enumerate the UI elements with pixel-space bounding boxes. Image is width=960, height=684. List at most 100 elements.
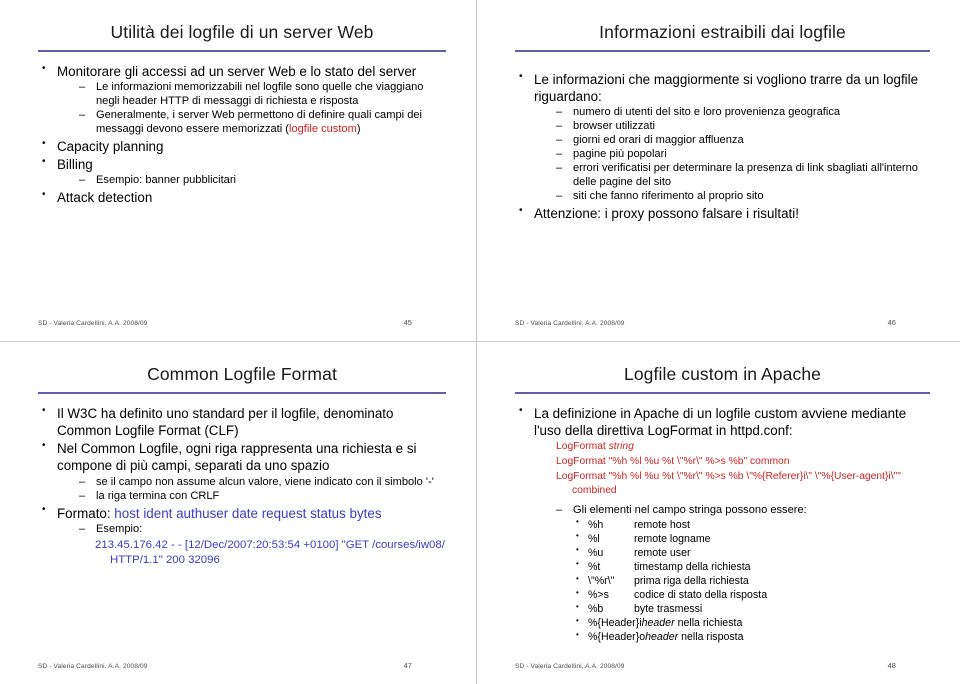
directive-key: %>s [588, 589, 609, 602]
directive-desc: timestamp della richiesta [634, 560, 751, 573]
logformat-line-3-combined: combined [572, 485, 617, 497]
bullet-definizione-apache-text: La definizione in Apache di un logfile c… [534, 406, 906, 438]
directive-row: %t timestamp della richiesta [588, 560, 930, 574]
bullet-formato-text: Formato: host ident authuser date reques… [57, 506, 382, 521]
slide-45: Utilità dei logfile di un server Web Mon… [0, 0, 477, 342]
clf-example-line-1: 213.45.176.42 - - [12/Dec/2007:20:53:54 … [95, 538, 445, 551]
subbullet-generalmente: Generalmente, i server Web permettono di… [79, 109, 446, 137]
slide-47-body: Il W3C ha definito uno standard per il l… [38, 405, 446, 567]
directive-key: %l [588, 532, 600, 545]
footer-author: SD - Valeria Cardellini, A.A. 2008/09 [38, 663, 148, 670]
slide-46: Informazioni estraibili dai logfile Le i… [477, 0, 960, 342]
slide-47-sublist-1: se il campo non assume alcun valore, vie… [57, 476, 446, 504]
bullet-w3c-standard: Il W3C ha definito uno standard per il l… [38, 405, 446, 439]
subbullet-esempio-label: Esempio: [79, 523, 446, 537]
directive-key: %{Header}o [588, 631, 646, 644]
slide-47-footer: SD - Valeria Cardellini, A.A. 2008/09 47 [38, 661, 446, 670]
slide-47-bullet-list: Il W3C ha definito uno standard per il l… [38, 405, 446, 567]
slide-47-page-number: 47 [403, 661, 412, 670]
subbullet-generalmente-post: ) [356, 123, 361, 136]
subbullet-numero-utenti-text: numero di utenti del sito e loro proveni… [573, 106, 840, 118]
list-item: %{Header}iheader nella richiesta [574, 616, 930, 630]
directive-desc-rest: nella richiesta [677, 617, 743, 630]
slide-46-top-spacer [515, 63, 930, 71]
directive-desc-italic: header [641, 617, 675, 630]
logformat-code-block: LogFormat string LogFormat "%h %l %u %t … [556, 440, 930, 498]
subbullet-campo-senza-valore-text: se il campo non assume alcun valore, vie… [96, 476, 434, 488]
directive-desc-rest: nella risposta [681, 631, 744, 644]
bullet-capacity-planning: Capacity planning [38, 138, 446, 155]
bullet-attenzione-proxy: Attenzione: i proxy possono falsare i ri… [515, 205, 930, 222]
slide-48-bullet-list: La definizione in Apache di un logfile c… [515, 405, 930, 644]
directive-key: %b [588, 603, 604, 616]
slide-46-title-rule [515, 50, 930, 52]
slide-48-footer: SD - Valeria Cardellini, A.A. 2008/09 48 [515, 661, 930, 670]
list-item: %{Header}oheader nella risposta [574, 630, 930, 644]
directive-desc: remote logname [634, 532, 711, 545]
slide-handout-grid: Utilità dei logfile di un server Web Mon… [0, 0, 960, 684]
subbullet-siti-riferimento: siti che fanno riferimento al proprio si… [556, 190, 930, 204]
directive-row: \"%r\" prima riga della richiesta [588, 574, 930, 588]
subbullet-giorni-orari-text: giorni ed orari di maggior affluenza [573, 134, 744, 146]
slide-46-title: Informazioni estraibili dai logfile [599, 22, 846, 42]
directive-key: %t [588, 560, 601, 573]
bullet-le-informazioni-text: Le informazioni che maggiormente si vogl… [534, 72, 918, 104]
bullet-monitorare-text: Monitorare gli accessi ad un server Web … [57, 64, 416, 79]
list-item: %l remote logname [574, 532, 930, 546]
slide-48-body: La definizione in Apache di un logfile c… [515, 405, 930, 644]
directive-desc: header nella richiesta [642, 616, 930, 630]
directive-row: %h remote host [588, 518, 930, 532]
subbullet-pagine-popolari-text: pagine più popolari [573, 148, 667, 160]
footer-author: SD - Valeria Cardellini, A.A. 2008/09 [515, 663, 625, 670]
slide-45-sublist-1: Le informazioni memorizzabili nel logfil… [57, 81, 446, 137]
subbullet-siti-riferimento-text: siti che fanno riferimento al proprio si… [573, 190, 764, 202]
logformat-line-1-arg: string [608, 441, 634, 453]
subbullet-browser: browser utilizzati [556, 120, 930, 134]
logfile-custom-highlight: logfile custom [289, 123, 357, 136]
directive-desc: prima riga della richiesta [634, 575, 749, 588]
logformat-line-1: LogFormat string [556, 441, 634, 452]
directive-row: %{Header}iheader nella richiesta [588, 616, 930, 630]
subbullet-errori: errori verificatisi per determinare la p… [556, 162, 930, 190]
subbullet-informazioni: Le informazioni memorizzabili nel logfil… [79, 81, 446, 109]
list-item: %h remote host [574, 518, 930, 532]
directive-desc: header nella risposta [645, 630, 930, 644]
directive-row: %>s codice di stato della risposta [588, 588, 930, 602]
slide-45-footer: SD - Valeria Cardellini, A.A. 2008/09 45 [38, 318, 446, 327]
subbullet-esempio-banner-text: Esempio: banner pubblicitari [96, 174, 236, 186]
clf-example-line-2: HTTP/1.1" 200 32096 [110, 553, 220, 566]
directive-row: %l remote logname [588, 532, 930, 546]
slide-47-content: Common Logfile Format Il W3C ha definito… [38, 364, 446, 638]
subbullet-crlf-text: la riga termina con CRLF [96, 490, 219, 502]
slide-45-content: Utilità dei logfile di un server Web Mon… [38, 22, 446, 295]
subbullet-errori-text: errori verificatisi per determinare la p… [573, 162, 918, 188]
logformat-line-1-cmd: LogFormat [556, 441, 609, 453]
slide-45-title-rule [38, 50, 446, 52]
subbullet-browser-text: browser utilizzati [573, 120, 655, 132]
list-item: \"%r\" prima riga della richiesta [574, 574, 930, 588]
subbullet-numero-utenti: numero di utenti del sito e loro proveni… [556, 106, 930, 120]
slide-48-page-number: 48 [887, 661, 896, 670]
slide-47-title: Common Logfile Format [147, 364, 337, 384]
bullet-attack-detection: Attack detection [38, 189, 446, 206]
logformat-directive-list: %h remote host %l remote logname %u remote … [534, 518, 930, 645]
subbullet-campo-senza-valore: se il campo non assume alcun valore, vie… [79, 476, 446, 490]
slide-45-sublist-2: Esempio: banner pubblicitari [57, 174, 446, 188]
subbullet-esempio-label-text: Esempio: [96, 523, 142, 535]
bullet-attack-detection-text: Attack detection [57, 190, 152, 205]
slide-46-sublist: numero di utenti del sito e loro proveni… [534, 106, 930, 204]
subbullet-generalmente-pre: Generalmente, i server Web permettono di… [96, 109, 422, 136]
bullet-billing-text: Billing [57, 157, 93, 172]
logformat-line-3: LogFormat "%h %l %u %t \"%r\" %>s %b \"%… [556, 470, 901, 482]
slide-46-page-number: 46 [887, 318, 896, 327]
directive-row: %{Header}oheader nella risposta [588, 630, 930, 644]
directive-key: \"%r\" [588, 575, 615, 588]
slide-46-content: Informazioni estraibili dai logfile Le i… [515, 22, 930, 295]
slide-48-code-spacer [534, 499, 930, 503]
slide-48-content: Logfile custom in Apache La definizione … [515, 364, 930, 643]
slide-45-title: Utilità dei logfile di un server Web [110, 22, 374, 42]
bullet-formato: Formato: host ident authuser date reques… [38, 505, 446, 568]
bullet-w3c-standard-text: Il W3C ha definito uno standard per il l… [57, 406, 393, 438]
slide-47-sublist-2: Esempio: [57, 523, 446, 537]
bullet-billing: Billing Esempio: banner pubblicitari [38, 156, 446, 188]
